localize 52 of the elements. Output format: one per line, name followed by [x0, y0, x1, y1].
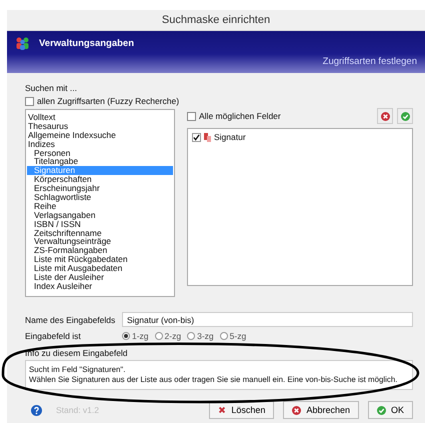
- confirm-button[interactable]: [397, 108, 413, 124]
- ok-button[interactable]: OK: [368, 401, 413, 419]
- search-with-label: Suchen mit ...: [25, 83, 78, 93]
- check-icon: [400, 112, 410, 120]
- list-item[interactable]: Index Ausleiher: [27, 282, 173, 291]
- field-icon: [204, 132, 211, 142]
- header-title: Verwaltungsangaben: [39, 38, 134, 48]
- list-item[interactable]: Liste mit Rückgabedaten: [27, 255, 173, 264]
- list-item[interactable]: Volltext: [27, 113, 173, 122]
- field-label: Signatur: [214, 132, 246, 142]
- list-item[interactable]: Schlagwortliste: [27, 193, 173, 202]
- list-item[interactable]: Personen: [27, 148, 173, 158]
- radio-button[interactable]: [187, 332, 196, 340]
- field-label: Eingabefeld ist: [25, 331, 82, 341]
- checkbox-label: Alle möglichen Felder: [199, 111, 281, 121]
- list-item[interactable]: ZS-Formalangaben: [27, 246, 173, 256]
- field-checkbox[interactable]: [192, 132, 201, 142]
- all-fields-checkbox[interactable]: [187, 112, 196, 120]
- list-item[interactable]: Titelangabe: [27, 157, 173, 166]
- check-icon: [376, 406, 386, 414]
- list-item[interactable]: Erscheinungsjahr: [27, 184, 173, 194]
- list-item[interactable]: Thesaurus: [27, 122, 173, 131]
- radio-label: 2-zg: [164, 331, 182, 341]
- list-item[interactable]: Zeitschriftenname: [27, 228, 173, 238]
- list-item[interactable]: Körperschaften: [27, 175, 173, 184]
- list-item[interactable]: ISBN / ISSN: [27, 220, 173, 229]
- radio-label: 1-zg: [132, 331, 149, 341]
- field-label: Name des Eingabefelds: [25, 314, 116, 324]
- list-item[interactable]: Liste mit Ausgabedaten: [27, 264, 173, 274]
- radio-button[interactable]: [220, 332, 228, 340]
- list-item[interactable]: Indizes: [27, 140, 173, 149]
- list-item[interactable]: Verlagsangaben: [27, 210, 173, 220]
- list-item[interactable]: Verwaltungseinträge: [27, 237, 173, 246]
- cancel-button[interactable]: Abbrechen: [283, 401, 359, 419]
- cross-icon: [218, 406, 226, 414]
- radio-label: 3-zg: [197, 331, 214, 341]
- delete-button[interactable]: Löschen: [209, 401, 274, 419]
- list-item[interactable]: Allgemeine Indexsuche: [27, 130, 173, 140]
- people-icon: [15, 36, 31, 50]
- fuzzy-checkbox[interactable]: [25, 96, 34, 106]
- header-subtitle: Zugriffsarten festlegen: [322, 56, 417, 67]
- radio-button[interactable]: [154, 332, 163, 340]
- checkbox-label: allen Zugriffsarten (Fuzzy Recherche): [37, 96, 180, 106]
- list-item[interactable]: Liste der Ausleiher: [27, 273, 173, 282]
- name-input-field[interactable]: Signatur (von-bis): [122, 312, 413, 327]
- close-icon: [292, 406, 302, 414]
- help-icon[interactable]: [31, 404, 42, 416]
- radio-label: 5-zg: [230, 331, 246, 341]
- list-item[interactable]: Reihe: [27, 202, 173, 211]
- close-icon: [380, 112, 390, 120]
- radio-button[interactable]: [122, 332, 130, 340]
- remove-button[interactable]: [377, 108, 393, 124]
